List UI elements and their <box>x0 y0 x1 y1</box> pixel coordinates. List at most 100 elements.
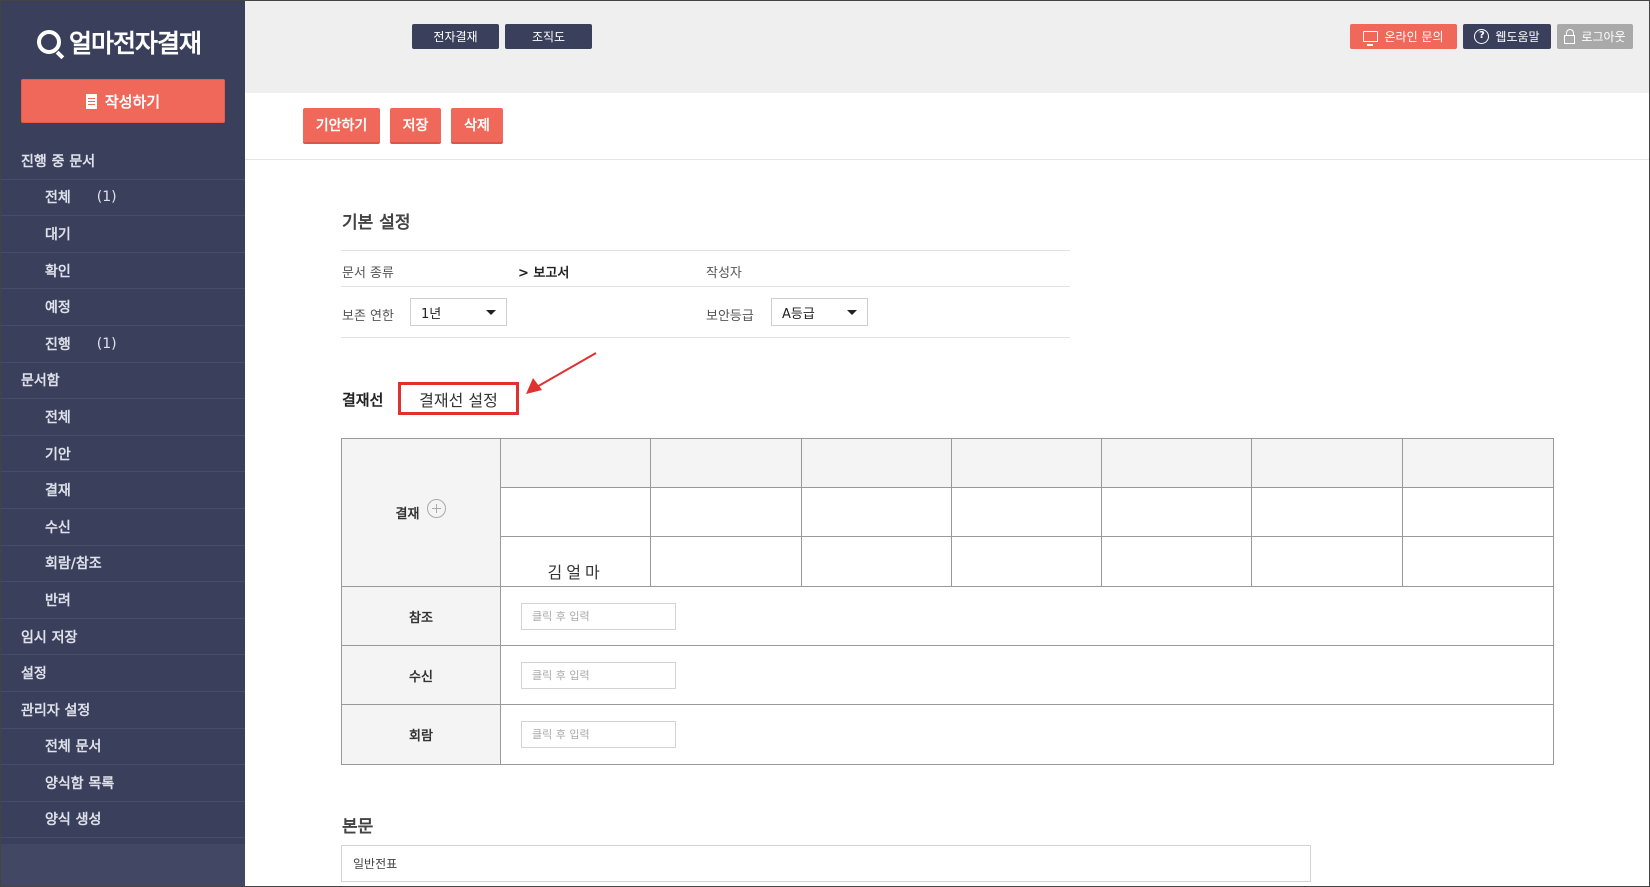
sidebar-footer <box>1 844 245 886</box>
approval-extra-row-label: 수신 <box>342 646 501 704</box>
sidebar-item-label: 진행 중 문서 <box>21 153 96 170</box>
action-bar: 기안하기 저장 삭제 <box>245 93 1649 160</box>
logo-text: 얼마전자결재 <box>69 29 202 58</box>
retention-select[interactable]: 1년 <box>410 298 507 326</box>
top-header: 전자결재 조직도 온라인 문의 ? 웹도움말 로그아웃 <box>245 1 1649 93</box>
sidebar-item[interactable]: 회람/참조 <box>1 546 245 583</box>
online-inquiry-button[interactable]: 온라인 문의 <box>1350 24 1457 49</box>
approver-title-cell <box>1252 439 1403 488</box>
divider <box>341 337 1070 338</box>
sidebar-item[interactable]: 양식함 목록 <box>1 765 245 802</box>
security-select[interactable]: A등급 <box>771 298 868 326</box>
sidebar-item-label: 반려 <box>45 592 71 609</box>
sidebar-item[interactable]: 예정 <box>1 289 245 326</box>
approval-extra-row-input[interactable] <box>521 721 676 748</box>
approver-sign-cell <box>1402 488 1553 537</box>
sidebar-item[interactable]: 대기 <box>1 216 245 253</box>
approver-sign-cell <box>651 488 802 537</box>
sidebar-item-label: 문서함 <box>21 373 60 390</box>
sidebar-item-label: 결재 <box>45 483 71 500</box>
app-logo[interactable]: 얼마전자결재 <box>37 25 202 59</box>
sidebar-item[interactable]: 전체 (1) <box>1 180 245 217</box>
tab-approval[interactable]: 전자결재 <box>412 24 499 49</box>
approver-sign-cell <box>1102 488 1253 537</box>
approver-name-cell <box>651 537 802 587</box>
save-button[interactable]: 저장 <box>390 108 441 144</box>
lock-icon <box>1564 28 1576 44</box>
approver-sign-cell <box>951 488 1103 537</box>
sidebar-item[interactable]: 문서함 <box>1 363 245 400</box>
caret-down-icon <box>847 310 857 315</box>
retention-value: 1년 <box>421 306 442 322</box>
sidebar-item[interactable]: 임시 저장 <box>1 619 245 656</box>
approval-extra-row-input[interactable] <box>521 662 676 689</box>
sidebar-item[interactable]: 관리자 설정 <box>1 692 245 729</box>
approver-sign-cell <box>1252 488 1403 537</box>
sidebar-item[interactable]: 확인 <box>1 253 245 290</box>
approver-name-cell <box>1102 537 1253 587</box>
online-inquiry-label: 온라인 문의 <box>1384 30 1444 44</box>
sidebar-item-label: 기안 <box>45 446 71 463</box>
security-value: A등급 <box>782 306 815 322</box>
approver-name: 김얼마 <box>547 563 604 582</box>
security-label: 보안등급 <box>706 309 754 324</box>
body-title: 본문 <box>342 817 374 837</box>
approver-name-cell <box>952 537 1103 587</box>
sidebar-item[interactable]: 반려 <box>1 582 245 619</box>
approver-sign-cell <box>801 488 952 537</box>
help-button[interactable]: ? 웹도움말 <box>1463 24 1551 49</box>
sidebar-item-count: (1) <box>96 335 117 352</box>
divider <box>341 286 1070 287</box>
approver-name-cell <box>802 537 952 587</box>
tab-org-chart[interactable]: 조직도 <box>505 24 592 49</box>
logout-label: 로그아웃 <box>1581 30 1626 44</box>
sidebar-item-label: 수신 <box>45 519 71 536</box>
approval-row-header: 결재 <box>342 439 501 587</box>
doc-type-label: 문서 종류 <box>342 266 394 281</box>
approval-table: 결재 김얼마 참조수신회람 <box>341 438 1554 765</box>
sidebar-item-label: 진행 <box>45 336 71 353</box>
approval-line-setting-button[interactable]: 결재선 설정 <box>398 382 519 415</box>
sidebar-item[interactable]: 진행 중 문서 <box>1 143 245 180</box>
sidebar-item[interactable]: 전체 <box>1 399 245 436</box>
sidebar-item-label: 설정 <box>21 666 47 683</box>
sidebar-item-label: 예정 <box>45 300 71 317</box>
compose-label: 작성하기 <box>104 92 161 111</box>
approval-row-label: 결재 <box>395 507 420 522</box>
sidebar-item-label: 관리자 설정 <box>21 702 91 719</box>
sidebar-item-label: 양식 생성 <box>45 812 102 829</box>
doc-type-value[interactable]: > 보고서 <box>518 262 569 281</box>
compose-button[interactable]: 작성하기 <box>21 79 225 123</box>
approver-title-cell <box>651 439 802 488</box>
monitor-icon <box>1363 31 1379 46</box>
approver-title-cell <box>1402 439 1553 488</box>
sidebar-item[interactable]: 기안 <box>1 436 245 473</box>
sidebar-item-label: 회람/참조 <box>45 556 102 573</box>
sidebar-item-label: 전체 <box>45 409 71 426</box>
basic-settings-title: 기본 설정 <box>342 213 411 233</box>
sidebar-item-label: 양식함 목록 <box>45 775 115 792</box>
approval-extra-row: 수신 <box>342 646 1553 705</box>
help-label: 웹도움말 <box>1495 30 1540 44</box>
sidebar-item[interactable]: 수신 <box>1 509 245 546</box>
approval-line-label: 결재선 <box>342 391 384 409</box>
sidebar: 얼마전자결재 작성하기 진행 중 문서 전체 (1) 대기 확인 예정 진행 (1) 문서함 전체… <box>1 1 245 886</box>
sidebar-item[interactable]: 전체 문서 <box>1 729 245 766</box>
approval-grid: 김얼마 <box>501 439 1553 587</box>
approver-title-cell <box>801 439 952 488</box>
sidebar-item[interactable]: 설정 <box>1 655 245 692</box>
approval-extra-row-input[interactable] <box>521 603 676 630</box>
sidebar-item[interactable]: 결재 <box>1 472 245 509</box>
annotation-arrow-icon <box>526 352 597 394</box>
app-window: 얼마전자결재 작성하기 진행 중 문서 전체 (1) 대기 확인 예정 진행 (1) 문서함 전체… <box>0 0 1650 887</box>
draft-button[interactable]: 기안하기 <box>303 108 380 144</box>
approver-sign-cell <box>501 488 652 537</box>
sidebar-item[interactable]: 양식 생성 <box>1 802 245 839</box>
help-icon: ? <box>1474 29 1490 44</box>
logout-button[interactable]: 로그아웃 <box>1557 24 1633 49</box>
delete-button[interactable]: 삭제 <box>451 108 503 144</box>
add-approver-icon[interactable] <box>427 499 447 518</box>
sidebar-item[interactable]: 진행 (1) <box>1 326 245 363</box>
approval-extra-row: 참조 <box>342 587 1553 646</box>
body-title-input[interactable] <box>341 845 1311 882</box>
